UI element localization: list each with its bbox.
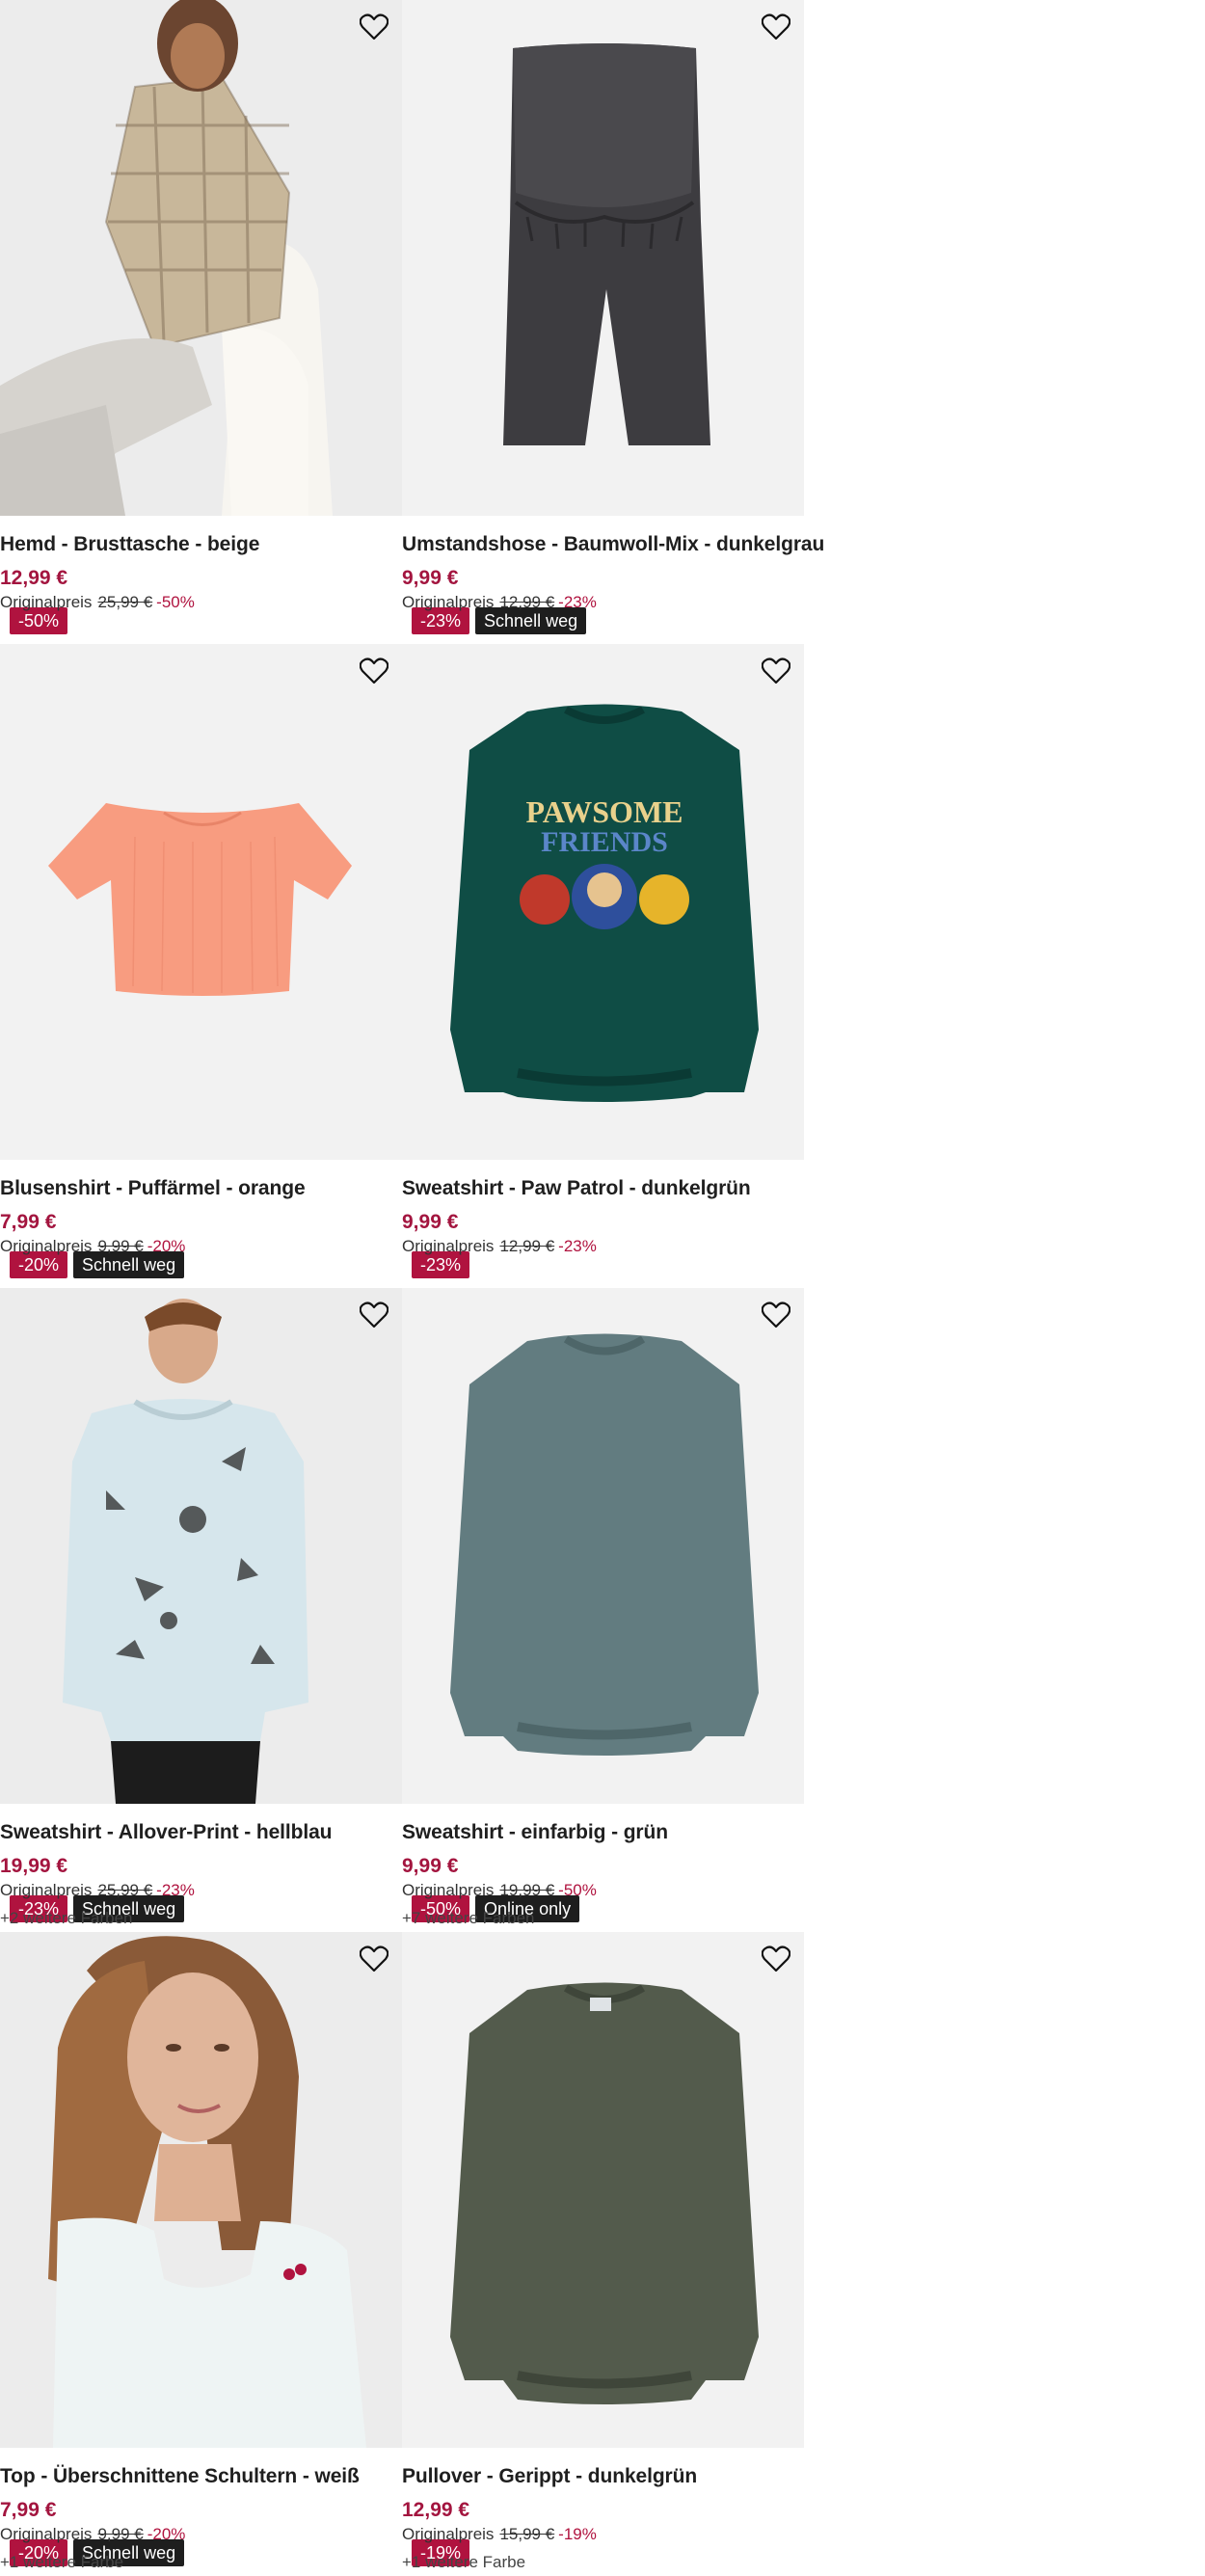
favorite-button[interactable]	[760, 1944, 792, 1974]
discount-percent: -23%	[558, 1237, 597, 1255]
original-price-label: Originalpreis	[402, 2525, 495, 2543]
original-price: 12,99 €	[499, 1237, 555, 1255]
sweatshirt-print-illustration: PAWSOME FRIENDS	[402, 644, 804, 1160]
favorite-button[interactable]	[760, 656, 792, 686]
product-card[interactable]: -19% Pullover - Gerippt - dunkelgrün 12,…	[402, 1932, 804, 2576]
original-price-label: Originalpreis	[402, 593, 495, 611]
more-colors-link[interactable]: +1 weitere Farbe	[402, 2553, 525, 2572]
original-price-label: Originalpreis	[402, 1237, 495, 1255]
original-price-line: Originalpreis 25,99 € -50%	[0, 593, 195, 612]
discount-percent: -23%	[156, 1881, 195, 1899]
heart-outline-icon	[360, 657, 388, 684]
product-title[interactable]: Umstandshose - Baumwoll-Mix - dunkelgrau	[402, 533, 824, 556]
product-card[interactable]: -50% Online only Sweatshirt - einfarbig …	[402, 1288, 804, 1932]
discount-percent: -20%	[147, 1237, 186, 1255]
heart-outline-icon	[360, 13, 388, 40]
discount-percent: -19%	[558, 2525, 597, 2543]
original-price-label: Originalpreis	[0, 593, 93, 611]
product-card[interactable]: PAWSOME FRIENDS -23% Sweatshirt - Paw Pa…	[402, 644, 804, 1288]
heart-outline-icon	[762, 657, 790, 684]
more-colors-link[interactable]: +1 weitere Farbe	[0, 2553, 123, 2572]
original-price-line: Originalpreis 19,99 € -50%	[402, 1881, 597, 1900]
product-price: 7,99 €	[0, 1211, 57, 1233]
discount-percent: -50%	[156, 593, 195, 611]
pullover-illustration	[402, 1932, 804, 2448]
hoodie-model-illustration	[0, 1288, 402, 1804]
favorite-button[interactable]	[358, 1944, 390, 1974]
product-title[interactable]: Top - Überschnittene Schultern - weiß	[0, 2465, 402, 2488]
heart-outline-icon	[360, 1301, 388, 1328]
original-price-line: Originalpreis 9,99 € -20%	[0, 1237, 185, 1256]
product-image[interactable]	[402, 1932, 804, 2448]
product-title[interactable]: Pullover - Gerippt - dunkelgrün	[402, 2465, 804, 2488]
product-card[interactable]: -23% Schnell weg Sweatshirt - Allover-Pr…	[0, 1288, 402, 1932]
shorts-illustration	[402, 0, 804, 516]
sweatshirt-plain-illustration	[402, 1288, 804, 1804]
heart-outline-icon	[360, 1945, 388, 1972]
product-price: 9,99 €	[402, 567, 459, 589]
print-text-line2: FRIENDS	[541, 826, 668, 858]
original-price: 9,99 €	[97, 2525, 144, 2543]
product-image[interactable]	[0, 1932, 402, 2448]
product-image[interactable]	[0, 1288, 402, 1804]
original-price: 19,99 €	[499, 1881, 555, 1899]
discount-percent: -23%	[558, 593, 597, 611]
original-price-label: Originalpreis	[402, 1881, 495, 1899]
more-colors-link[interactable]: +2 weitere Farben	[0, 1909, 133, 1928]
tank-model-illustration	[0, 1932, 402, 2448]
heart-outline-icon	[762, 1945, 790, 1972]
original-price: 12,99 €	[499, 593, 555, 611]
product-price: 9,99 €	[402, 1855, 459, 1877]
product-title[interactable]: Blusenshirt - Puffärmel - orange	[0, 1177, 402, 1200]
shirt-model-illustration	[0, 0, 402, 516]
original-price: 25,99 €	[97, 593, 153, 611]
discount-percent: -20%	[147, 2525, 186, 2543]
product-title[interactable]: Sweatshirt - einfarbig - grün	[402, 1821, 804, 1844]
product-card[interactable]: -23% Schnell weg Umstandshose - Baumwoll…	[402, 0, 824, 644]
original-price: 25,99 €	[97, 1881, 153, 1899]
original-price-line: Originalpreis 12,99 € -23%	[402, 593, 597, 612]
original-price: 9,99 €	[97, 1237, 144, 1255]
print-text-line1: PAWSOME	[526, 794, 683, 829]
heart-outline-icon	[762, 13, 790, 40]
favorite-button[interactable]	[358, 12, 390, 42]
product-card[interactable]: -20% Schnell weg Top - Überschnittene Sc…	[0, 1932, 402, 2576]
original-price-line: Originalpreis 25,99 € -23%	[0, 1881, 195, 1900]
favorite-button[interactable]	[358, 656, 390, 686]
product-image[interactable]	[402, 1288, 804, 1804]
more-colors-link[interactable]: +7 weitere Farben	[402, 1909, 535, 1928]
heart-outline-icon	[762, 1301, 790, 1328]
product-image[interactable]: PAWSOME FRIENDS	[402, 644, 804, 1160]
product-image[interactable]	[402, 0, 804, 516]
product-title[interactable]: Hemd - Brusttasche - beige	[0, 533, 402, 556]
original-price-line: Originalpreis 9,99 € -20%	[0, 2525, 185, 2544]
favorite-button[interactable]	[358, 1300, 390, 1330]
discount-percent: -50%	[558, 1881, 597, 1899]
product-price: 19,99 €	[0, 1855, 68, 1877]
favorite-button[interactable]	[760, 12, 792, 42]
original-price-label: Originalpreis	[0, 1881, 93, 1899]
original-price-line: Originalpreis 12,99 € -23%	[402, 1237, 597, 1256]
product-image[interactable]	[0, 0, 402, 516]
product-price: 9,99 €	[402, 1211, 459, 1233]
original-price-label: Originalpreis	[0, 2525, 93, 2543]
product-card[interactable]: -20% Schnell weg Blusenshirt - Puffärmel…	[0, 644, 402, 1288]
product-title[interactable]: Sweatshirt - Allover-Print - hellblau	[0, 1821, 402, 1844]
original-price-line: Originalpreis 15,99 € -19%	[402, 2525, 597, 2544]
product-price: 7,99 €	[0, 2499, 57, 2521]
favorite-button[interactable]	[760, 1300, 792, 1330]
product-image[interactable]	[0, 644, 402, 1160]
product-price: 12,99 €	[402, 2499, 470, 2521]
product-price: 12,99 €	[0, 567, 68, 589]
product-card[interactable]: -50% Hemd - Brusttasche - beige 12,99 € …	[0, 0, 402, 644]
original-price: 15,99 €	[499, 2525, 555, 2543]
product-grid: -50% Hemd - Brusttasche - beige 12,99 € …	[0, 0, 824, 2576]
crop-top-illustration	[0, 644, 402, 1160]
original-price-label: Originalpreis	[0, 1237, 93, 1255]
product-title[interactable]: Sweatshirt - Paw Patrol - dunkelgrün	[402, 1177, 804, 1200]
